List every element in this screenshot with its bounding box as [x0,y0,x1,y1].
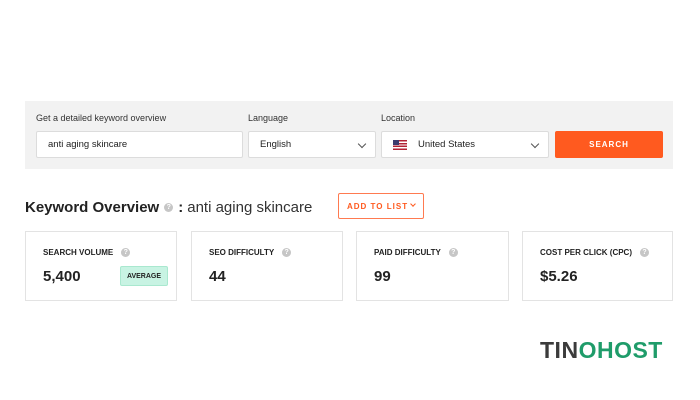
overview-keyword: anti aging skincare [187,198,313,216]
logo-text-o: O [578,336,597,363]
help-icon[interactable]: ? [164,202,174,212]
logo-text-tin: TIN [540,336,579,363]
language-field-label: Language [248,113,289,123]
add-to-list-button[interactable]: ADD TO LIST [338,193,424,219]
metric-label: PAID DIFFICULTY ? [374,248,458,257]
us-flag-icon [393,139,407,150]
location-select[interactable]: United States [381,131,549,158]
metric-label: SEARCH VOLUME ? [43,248,131,257]
metric-label-text: SEARCH VOLUME [43,248,114,257]
overview-separator: : [178,198,184,216]
help-icon[interactable]: ? [640,248,649,257]
chevron-down-icon [530,139,540,149]
metric-label-text: COST PER CLICK (CPC) [540,248,632,257]
metric-label: SEO DIFFICULTY ? [209,248,292,257]
metric-value: 99 [374,268,391,285]
add-to-list-label: ADD TO LIST [347,201,409,211]
help-icon[interactable]: ? [448,248,458,257]
keyword-search-panel: Get a detailed keyword overview anti agi… [25,101,673,169]
metric-value: $5.26 [540,268,578,285]
chevron-down-icon [357,139,367,149]
metric-label-text: PAID DIFFICULTY [374,248,441,257]
metric-value: 44 [209,268,226,285]
metric-card-seo-difficulty: SEO DIFFICULTY ? 44 [191,231,343,301]
help-icon[interactable]: ? [282,248,292,257]
metric-value: 5,400 [43,268,81,285]
language-select[interactable]: English [248,131,376,158]
metric-card-paid-difficulty: PAID DIFFICULTY ? 99 [356,231,509,301]
keyword-field-label: Get a detailed keyword overview [36,113,167,123]
keyword-overview-heading: Keyword Overview ? : anti aging skincare [25,197,312,217]
tinohost-logo: TIN O HOST [540,337,663,363]
overview-title: Keyword Overview [25,198,160,216]
keyword-input-value: anti aging skincare [48,139,128,150]
location-field-label: Location [381,113,416,123]
search-button[interactable]: SEARCH [555,131,663,158]
metric-card-cost-per-click: COST PER CLICK (CPC) ? $5.26 [522,231,673,301]
metric-label-text: SEO DIFFICULTY [209,248,275,257]
chevron-down-icon [410,201,416,207]
metric-label: COST PER CLICK (CPC) ? [540,248,649,257]
language-select-value: English [260,139,292,150]
volume-level-badge: AVERAGE [120,266,168,286]
keyword-input[interactable]: anti aging skincare [36,131,243,158]
location-select-value: United States [418,139,476,150]
logo-text-host: HOST [596,336,663,363]
help-icon[interactable]: ? [121,248,131,257]
metric-card-search-volume: SEARCH VOLUME ? 5,400 AVERAGE [25,231,177,301]
